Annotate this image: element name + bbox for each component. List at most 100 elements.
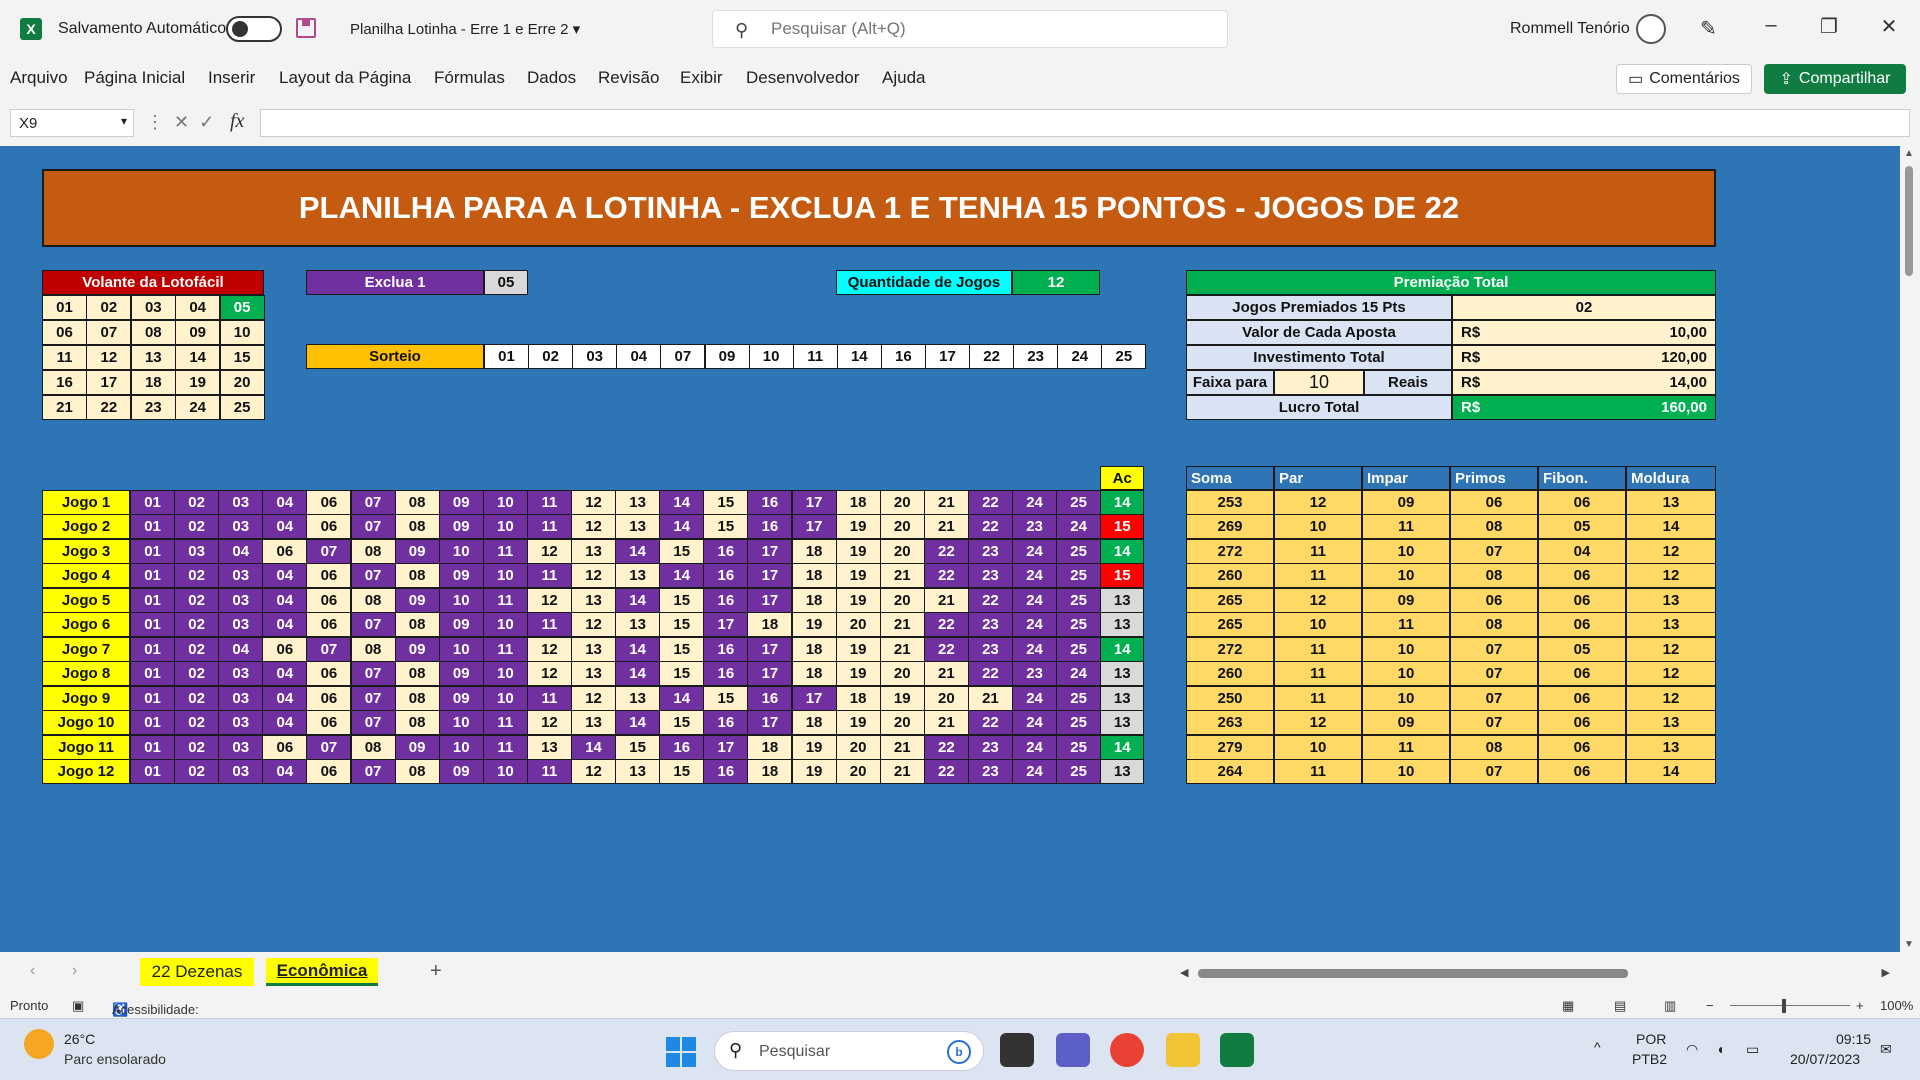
game-number[interactable]: 01 (130, 490, 176, 515)
game-number[interactable]: 04 (262, 685, 308, 711)
game-label[interactable]: Jogo 2 (42, 514, 130, 540)
avatar[interactable] (1636, 14, 1666, 44)
game-number[interactable]: 02 (174, 636, 220, 662)
game-acertos[interactable]: 14 (1100, 636, 1145, 662)
game-number[interactable]: 06 (262, 636, 308, 662)
game-number[interactable]: 20 (879, 661, 925, 687)
stats-cell[interactable]: 07 (1450, 538, 1538, 564)
menu-revisao[interactable]: Revisão (598, 68, 659, 88)
game-number[interactable]: 13 (571, 661, 617, 687)
stats-cell[interactable]: 272 (1186, 538, 1274, 564)
game-label[interactable]: Jogo 11 (42, 734, 130, 760)
stats-cell[interactable]: 11 (1274, 563, 1362, 589)
volante-cell[interactable]: 22 (86, 395, 132, 420)
game-number[interactable]: 18 (791, 538, 837, 564)
game-number[interactable]: 24 (1056, 514, 1102, 540)
game-number[interactable]: 07 (350, 490, 396, 515)
game-number[interactable]: 20 (879, 710, 925, 736)
game-acertos[interactable]: 13 (1100, 758, 1145, 784)
game-number[interactable]: 16 (703, 710, 749, 736)
game-number[interactable]: 08 (350, 587, 396, 613)
game-number[interactable]: 12 (526, 661, 572, 687)
game-label[interactable]: Jogo 10 (42, 710, 130, 736)
faixa-value[interactable]: 10 (1274, 370, 1364, 395)
game-number[interactable]: 12 (571, 563, 617, 589)
game-number[interactable]: 13 (615, 685, 661, 711)
game-number[interactable]: 11 (482, 587, 528, 613)
game-number[interactable]: 13 (615, 490, 661, 515)
stats-cell[interactable]: 10 (1362, 563, 1450, 589)
game-number[interactable]: 06 (306, 563, 352, 589)
volante-title[interactable]: Volante da Lotofácil (42, 270, 264, 295)
game-number[interactable]: 25 (1056, 758, 1102, 784)
game-number[interactable]: 17 (747, 710, 793, 736)
game-number[interactable]: 13 (615, 514, 661, 540)
game-number[interactable]: 01 (130, 612, 176, 638)
game-number[interactable]: 17 (791, 685, 837, 711)
game-number[interactable]: 14 (659, 563, 705, 589)
game-number[interactable]: 19 (835, 636, 881, 662)
stats-cell[interactable]: 10 (1362, 636, 1450, 662)
game-number[interactable]: 11 (526, 758, 572, 784)
game-number[interactable]: 06 (262, 538, 308, 564)
stats-cell[interactable]: 06 (1538, 758, 1626, 784)
game-number[interactable]: 08 (394, 563, 440, 589)
game-label[interactable]: Jogo 5 (42, 587, 130, 613)
game-number[interactable]: 11 (526, 563, 572, 589)
game-number[interactable]: 21 (923, 514, 969, 540)
game-number[interactable]: 10 (482, 563, 528, 589)
game-number[interactable]: 03 (218, 490, 264, 515)
stats-cell[interactable]: 08 (1450, 734, 1538, 760)
game-label[interactable]: Jogo 9 (42, 685, 130, 711)
game-number[interactable]: 25 (1056, 710, 1102, 736)
volante-cell[interactable]: 16 (42, 370, 87, 395)
game-number[interactable]: 18 (747, 734, 793, 760)
game-number[interactable]: 16 (659, 734, 705, 760)
game-number[interactable]: 14 (615, 636, 661, 662)
game-number[interactable]: 09 (394, 587, 440, 613)
game-number[interactable]: 09 (438, 490, 484, 515)
menu-desenvolvedor[interactable]: Desenvolvedor (746, 68, 859, 88)
clock-date[interactable]: 20/07/2023 (1790, 1051, 1860, 1067)
weather-condition[interactable]: Parc ensolarado (64, 1051, 166, 1067)
game-label[interactable]: Jogo 4 (42, 563, 130, 589)
game-number[interactable]: 13 (571, 710, 617, 736)
game-number[interactable]: 23 (1012, 514, 1058, 540)
restore-icon[interactable]: ❐ (1814, 14, 1844, 39)
game-number[interactable]: 06 (306, 514, 352, 540)
sorteio-number[interactable]: 24 (1057, 344, 1103, 369)
comments-button[interactable]: ▭ Comentários (1616, 64, 1752, 94)
jogos-premiados-value[interactable]: 02 (1452, 295, 1716, 320)
game-number[interactable]: 22 (923, 734, 969, 760)
game-number[interactable]: 23 (967, 538, 1013, 564)
game-number[interactable]: 04 (262, 612, 308, 638)
stats-cell[interactable]: 08 (1450, 514, 1538, 540)
volante-cell[interactable]: 24 (175, 395, 221, 420)
game-number[interactable]: 03 (174, 538, 220, 564)
game-number[interactable]: 19 (835, 538, 881, 564)
stats-cell[interactable]: 06 (1538, 587, 1626, 613)
game-number[interactable]: 24 (1012, 563, 1058, 589)
stats-cell[interactable]: 11 (1274, 538, 1362, 564)
valor-aposta-label[interactable]: Valor de Cada Aposta (1186, 320, 1452, 345)
game-number[interactable]: 16 (747, 514, 793, 540)
game-number[interactable]: 15 (659, 538, 705, 564)
game-number[interactable]: 18 (835, 490, 881, 515)
game-number[interactable]: 09 (438, 661, 484, 687)
stats-cell[interactable]: 269 (1186, 514, 1274, 540)
game-number[interactable]: 10 (438, 734, 484, 760)
game-number[interactable]: 02 (174, 661, 220, 687)
game-number[interactable]: 14 (571, 734, 617, 760)
name-box[interactable]: X9 ▾ (10, 109, 134, 137)
stats-header[interactable]: Impar (1362, 466, 1450, 490)
stats-cell[interactable]: 264 (1186, 758, 1274, 784)
notification-icon[interactable]: ✉ (1880, 1041, 1892, 1058)
game-number[interactable]: 07 (306, 636, 352, 662)
sorteio-number[interactable]: 14 (836, 344, 882, 369)
game-number[interactable]: 16 (703, 538, 749, 564)
game-number[interactable]: 02 (174, 710, 220, 736)
game-number[interactable]: 18 (747, 612, 793, 638)
zoom-level[interactable]: 100% (1880, 998, 1913, 1013)
volante-cell[interactable]: 10 (219, 320, 265, 345)
game-number[interactable]: 24 (1056, 661, 1102, 687)
